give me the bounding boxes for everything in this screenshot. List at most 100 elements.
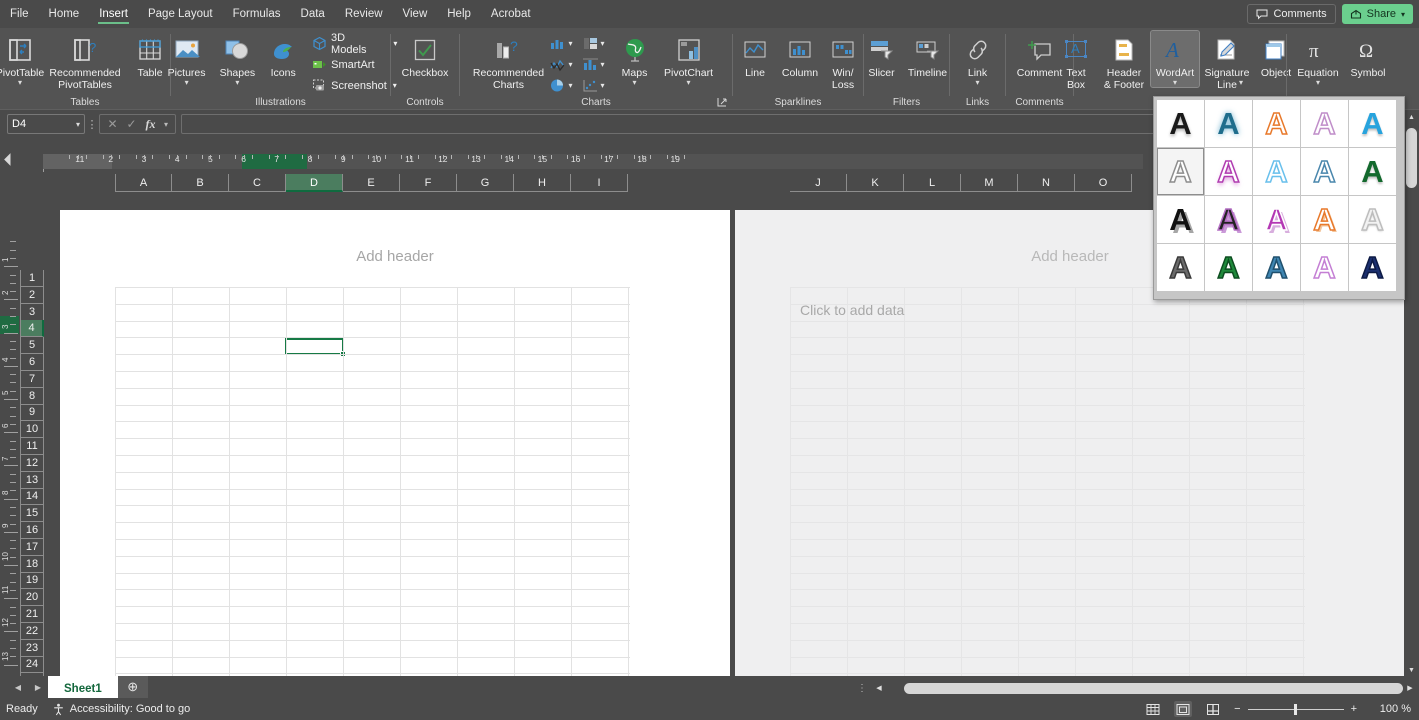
column-header-e[interactable]: E (343, 174, 400, 192)
chevron-down-icon[interactable]: ▾ (633, 79, 637, 87)
chevron-down-icon[interactable]: ▾ (18, 79, 22, 87)
wordart-style-16[interactable]: A (1157, 244, 1204, 291)
row-header-3[interactable]: 3 (20, 303, 44, 321)
chevron-down-icon[interactable]: ▾ (185, 79, 189, 87)
sparkline-line-button[interactable]: Line (734, 31, 776, 79)
check-icon[interactable]: ✓ (122, 117, 141, 131)
accessibility-status[interactable]: Accessibility: Good to go (52, 703, 190, 716)
name-box[interactable]: D4 ▾ (7, 114, 85, 134)
chevron-down-icon[interactable]: ▾ (1239, 79, 1243, 87)
chevron-down-icon[interactable]: ▾ (568, 60, 572, 69)
ribbon-tab-formulas[interactable]: Formulas (223, 0, 291, 28)
ribbon-tab-home[interactable]: Home (39, 0, 90, 28)
zoom-knob[interactable] (1293, 703, 1297, 715)
pictures-button[interactable]: Pictures ▾ (161, 31, 213, 87)
chevron-down-icon[interactable]: ▾ (601, 39, 605, 48)
wordart-gallery[interactable]: AAAAAAAAAAAAAAAAAAAA (1153, 96, 1405, 300)
chevron-down-icon[interactable]: ▾ (160, 120, 172, 129)
chevron-down-icon[interactable]: ▾ (1173, 79, 1177, 87)
wordart-style-6[interactable]: A (1157, 148, 1204, 195)
text-box-button[interactable]: A Text Box (1055, 31, 1097, 91)
wordart-style-12[interactable]: A (1205, 196, 1252, 243)
page2-add-data-placeholder[interactable]: Click to add data (800, 302, 904, 318)
row-header-13[interactable]: 13 (20, 471, 44, 489)
add-sheet-button[interactable]: ⊕ (117, 676, 148, 698)
column-header-k[interactable]: K (847, 174, 904, 192)
scroll-grip[interactable]: ⋮ (857, 683, 867, 694)
column-header-o[interactable]: O (1075, 174, 1132, 192)
wordart-style-9[interactable]: A (1301, 148, 1348, 195)
sheet-tab-sheet1[interactable]: Sheet1 (48, 676, 118, 698)
page1-header-placeholder[interactable]: Add header (60, 248, 730, 265)
waterfall-chart-icon[interactable] (549, 57, 566, 72)
row-header-14[interactable]: 14 (20, 488, 44, 506)
comments-button[interactable]: Comments (1247, 4, 1336, 24)
link-button[interactable]: Link ▾ (954, 31, 1002, 87)
wordart-style-7[interactable]: A (1205, 148, 1252, 195)
page-1[interactable]: Add header (60, 210, 730, 678)
sparkline-winloss-button[interactable]: Win/ Loss (824, 31, 862, 91)
column-header-g[interactable]: G (457, 174, 514, 192)
maps-button[interactable]: Maps ▾ (611, 31, 659, 87)
row-header-9[interactable]: 9 (20, 404, 44, 422)
wordart-style-10[interactable]: A (1349, 148, 1396, 195)
cancel-icon[interactable]: ✕ (103, 117, 122, 131)
row-header-16[interactable]: 16 (20, 522, 44, 539)
pivotchart-button[interactable]: PivotChart ▾ (659, 31, 719, 87)
zoom-level-label[interactable]: 100 % (1369, 703, 1411, 715)
row-header-6[interactable]: 6 (20, 354, 44, 371)
pie-chart-icon[interactable] (549, 78, 566, 93)
zoom-track[interactable] (1247, 703, 1344, 715)
select-all-corner[interactable] (4, 153, 17, 166)
column-chart-icon[interactable] (549, 36, 566, 51)
fx-icon[interactable]: fx (141, 117, 160, 132)
column-header-d[interactable]: D (286, 174, 343, 192)
ribbon-tab-insert[interactable]: Insert (89, 0, 138, 28)
chevron-down-icon[interactable]: ▾ (568, 81, 572, 90)
wordart-style-18[interactable]: A (1253, 244, 1300, 291)
row-header-18[interactable]: 18 (20, 555, 44, 573)
row-header-20[interactable]: 20 (20, 589, 44, 607)
zoom-slider[interactable]: − + (1234, 703, 1357, 715)
ruler-strip[interactable]: 1 2 3 4 5 6 7 8 9 10 11 12 13 14 15 16 17 18 19 1 (43, 154, 1143, 172)
chevron-down-icon[interactable]: ▾ (975, 79, 979, 87)
wordart-style-19[interactable]: A (1301, 244, 1348, 291)
equation-button[interactable]: π Equation ▾ (1292, 31, 1344, 87)
scroll-right-icon[interactable]: ▶ (1403, 684, 1417, 692)
zoom-in-button[interactable]: + (1351, 703, 1357, 715)
column-header-m[interactable]: M (961, 174, 1018, 192)
vertical-scroll-thumb[interactable] (1406, 128, 1417, 188)
wordart-style-8[interactable]: A (1253, 148, 1300, 195)
symbol-button[interactable]: Ω Symbol (1344, 31, 1392, 79)
chevron-right-icon[interactable]: ▶ (28, 683, 48, 692)
wordart-style-5[interactable]: A (1349, 100, 1396, 147)
page2-grid[interactable] (790, 287, 1305, 678)
wordart-style-3[interactable]: A (1253, 100, 1300, 147)
sparkline-column-button[interactable]: Column (776, 31, 824, 79)
wordart-style-14[interactable]: A (1301, 196, 1348, 243)
wordart-style-1[interactable]: A (1157, 100, 1204, 147)
wordart-style-17[interactable]: A (1205, 244, 1252, 291)
share-button[interactable]: Share ▾ (1341, 4, 1413, 24)
wordart-style-13[interactable]: A (1253, 196, 1300, 243)
3d-models-button[interactable]: 3D Models ▾ (308, 32, 400, 56)
slicer-button[interactable]: Slicer (861, 31, 903, 79)
row-header-2[interactable]: 2 (20, 286, 44, 304)
wordart-style-4[interactable]: A (1301, 100, 1348, 147)
hierarchy-chart-icon[interactable] (582, 36, 599, 51)
row-header-4[interactable]: 4 (20, 320, 44, 338)
horizontal-scroll-thumb[interactable] (904, 682, 1403, 694)
page1-grid[interactable] (115, 287, 630, 678)
chevron-down-icon[interactable]: ▾ (687, 79, 691, 87)
recommended-pivottables-button[interactable]: ? Recommended PivotTables (49, 31, 121, 91)
ribbon-tab-page-layout[interactable]: Page Layout (138, 0, 223, 28)
row-header-1[interactable]: 1 (20, 270, 44, 287)
row-header-12[interactable]: 12 (20, 454, 44, 472)
scroll-left-icon[interactable]: ◀ (872, 684, 886, 692)
recommended-charts-button[interactable]: ? Recommended Charts (473, 31, 544, 91)
statistic-chart-icon[interactable] (582, 57, 599, 72)
chevron-left-icon[interactable]: ◀ (8, 683, 28, 692)
shapes-button[interactable]: Shapes ▾ (212, 31, 262, 87)
chevron-down-icon[interactable]: ▾ (76, 120, 80, 129)
vertical-scrollbar[interactable]: ▲ ▼ (1404, 110, 1419, 678)
